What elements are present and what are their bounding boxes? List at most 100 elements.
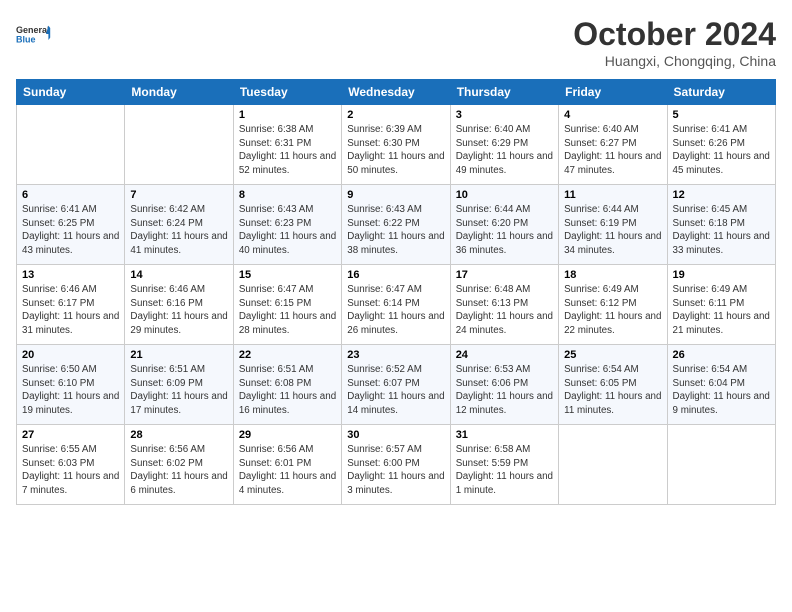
day-number: 24 — [456, 349, 553, 361]
calendar-cell — [667, 425, 775, 505]
day-number: 3 — [456, 109, 553, 121]
calendar-cell: 25Sunrise: 6:54 AMSunset: 6:05 PMDayligh… — [559, 345, 667, 425]
calendar-cell: 16Sunrise: 6:47 AMSunset: 6:14 PMDayligh… — [342, 265, 450, 345]
title-block: October 2024 Huangxi, Chongqing, China — [573, 16, 776, 69]
day-details: Sunrise: 6:43 AMSunset: 6:23 PMDaylight:… — [239, 203, 336, 258]
calendar-cell: 20 Sunrise: 6:50 AMSunset: 6:10 PMDayligh… — [17, 345, 125, 425]
calendar-cell: 3 Sunrise: 6:40 AMSunset: 6:29 PMDaylight… — [450, 105, 558, 185]
day-number: 4 — [564, 109, 661, 121]
day-details: Sunrise: 6:53 AMSunset: 6:06 PMDaylight:… — [456, 363, 553, 418]
calendar-cell: 5 Sunrise: 6:41 AMSunset: 6:26 PMDaylight… — [667, 105, 775, 185]
day-number: 7 — [130, 189, 227, 201]
svg-text:General: General — [16, 25, 50, 35]
calendar-cell: 7 Sunrise: 6:42 AMSunset: 6:24 PMDaylight… — [125, 185, 233, 265]
day-number: 18 — [564, 269, 661, 281]
day-details: Sunrise: 6:41 AMSunset: 6:25 PMDaylight:… — [22, 203, 119, 258]
calendar-cell: 4 Sunrise: 6:40 AMSunset: 6:27 PMDaylight… — [559, 105, 667, 185]
day-number: 8 — [239, 189, 336, 201]
day-details: Sunrise: 6:43 AMSunset: 6:22 PMDaylight:… — [347, 203, 444, 258]
day-details: Sunrise: 6:44 AMSunset: 6:20 PMDaylight:… — [456, 203, 553, 258]
day-details: Sunrise: 6:47 AMSunset: 6:14 PMDaylight:… — [347, 283, 444, 338]
calendar-cell: 28 Sunrise: 6:56 AMSunset: 6:02 PMDayligh… — [125, 425, 233, 505]
calendar-cell: 15 Sunrise: 6:47 AMSunset: 6:15 PMDayligh… — [233, 265, 341, 345]
calendar-cell — [125, 105, 233, 185]
day-details: Sunrise: 6:46 AMSunset: 6:17 PMDaylight:… — [22, 283, 119, 338]
day-details: Sunrise: 6:48 AMSunset: 6:13 PMDaylight:… — [456, 283, 553, 338]
calendar-cell: 22 Sunrise: 6:51 AMSunset: 6:08 PMDayligh… — [233, 345, 341, 425]
day-number: 22 — [239, 349, 336, 361]
day-details: Sunrise: 6:51 AMSunset: 6:08 PMDaylight:… — [239, 363, 336, 418]
location: Huangxi, Chongqing, China — [573, 53, 776, 69]
day-number: 5 — [673, 109, 770, 121]
day-details: Sunrise: 6:40 AMSunset: 6:27 PMDaylight:… — [564, 123, 661, 178]
calendar-cell: 1 Sunrise: 6:38 AMSunset: 6:31 PMDaylight… — [233, 105, 341, 185]
month-title: October 2024 — [573, 16, 776, 53]
calendar-cell: 24 Sunrise: 6:53 AMSunset: 6:06 PMDayligh… — [450, 345, 558, 425]
calendar-cell: 31Sunrise: 6:58 AMSunset: 5:59 PMDayligh… — [450, 425, 558, 505]
day-details: Sunrise: 6:54 AMSunset: 6:04 PMDaylight:… — [673, 363, 770, 418]
day-number: 14 — [130, 269, 227, 281]
day-details: Sunrise: 6:56 AMSunset: 6:01 PMDaylight:… — [239, 443, 336, 498]
day-details: Sunrise: 6:56 AMSunset: 6:02 PMDaylight:… — [130, 443, 227, 498]
calendar-table: SundayMondayTuesdayWednesdayThursdayFrid… — [16, 79, 776, 505]
day-number: 30 — [347, 429, 444, 441]
day-number: 11 — [564, 189, 661, 201]
week-row-3: 13 Sunrise: 6:46 AMSunset: 6:17 PMDayligh… — [17, 265, 776, 345]
weekday-header-monday: Monday — [125, 80, 233, 105]
day-number: 23 — [347, 349, 444, 361]
calendar-cell: 10 Sunrise: 6:44 AMSunset: 6:20 PMDayligh… — [450, 185, 558, 265]
calendar-cell: 30 Sunrise: 6:57 AMSunset: 6:00 PMDayligh… — [342, 425, 450, 505]
day-details: Sunrise: 6:45 AMSunset: 6:18 PMDaylight:… — [673, 203, 770, 258]
calendar-cell: 11Sunrise: 6:44 AMSunset: 6:19 PMDayligh… — [559, 185, 667, 265]
day-details: Sunrise: 6:40 AMSunset: 6:29 PMDaylight:… — [456, 123, 553, 178]
weekday-header-row: SundayMondayTuesdayWednesdayThursdayFrid… — [17, 80, 776, 105]
week-row-2: 6Sunrise: 6:41 AMSunset: 6:25 PMDaylight… — [17, 185, 776, 265]
day-number: 19 — [673, 269, 770, 281]
day-number: 28 — [130, 429, 227, 441]
calendar-cell: 21 Sunrise: 6:51 AMSunset: 6:09 PMDayligh… — [125, 345, 233, 425]
calendar-cell: 8 Sunrise: 6:43 AMSunset: 6:23 PMDaylight… — [233, 185, 341, 265]
day-details: Sunrise: 6:52 AMSunset: 6:07 PMDaylight:… — [347, 363, 444, 418]
calendar-cell: 23 Sunrise: 6:52 AMSunset: 6:07 PMDayligh… — [342, 345, 450, 425]
calendar-cell: 14 Sunrise: 6:46 AMSunset: 6:16 PMDayligh… — [125, 265, 233, 345]
calendar-cell: 13 Sunrise: 6:46 AMSunset: 6:17 PMDayligh… — [17, 265, 125, 345]
day-number: 20 — [22, 349, 119, 361]
day-number: 12 — [673, 189, 770, 201]
day-details: Sunrise: 6:38 AMSunset: 6:31 PMDaylight:… — [239, 123, 336, 178]
day-number: 15 — [239, 269, 336, 281]
calendar-cell: 27 Sunrise: 6:55 AMSunset: 6:03 PMDayligh… — [17, 425, 125, 505]
calendar-cell — [559, 425, 667, 505]
day-number: 10 — [456, 189, 553, 201]
day-number: 17 — [456, 269, 553, 281]
calendar-cell: 26 Sunrise: 6:54 AMSunset: 6:04 PMDayligh… — [667, 345, 775, 425]
day-number: 26 — [673, 349, 770, 361]
day-details: Sunrise: 6:46 AMSunset: 6:16 PMDaylight:… — [130, 283, 227, 338]
day-details: Sunrise: 6:58 AMSunset: 5:59 PMDaylight:… — [456, 443, 553, 498]
calendar-cell: 29Sunrise: 6:56 AMSunset: 6:01 PMDayligh… — [233, 425, 341, 505]
logo: General Blue — [16, 16, 52, 52]
calendar-cell: 2 Sunrise: 6:39 AMSunset: 6:30 PMDaylight… — [342, 105, 450, 185]
day-details: Sunrise: 6:50 AMSunset: 6:10 PMDaylight:… — [22, 363, 119, 418]
day-details: Sunrise: 6:49 AMSunset: 6:12 PMDaylight:… — [564, 283, 661, 338]
calendar-cell: 18 Sunrise: 6:49 AMSunset: 6:12 PMDayligh… — [559, 265, 667, 345]
day-details: Sunrise: 6:57 AMSunset: 6:00 PMDaylight:… — [347, 443, 444, 498]
day-details: Sunrise: 6:51 AMSunset: 6:09 PMDaylight:… — [130, 363, 227, 418]
day-details: Sunrise: 6:39 AMSunset: 6:30 PMDaylight:… — [347, 123, 444, 178]
week-row-4: 20 Sunrise: 6:50 AMSunset: 6:10 PMDayligh… — [17, 345, 776, 425]
day-details: Sunrise: 6:42 AMSunset: 6:24 PMDaylight:… — [130, 203, 227, 258]
calendar-cell: 17 Sunrise: 6:48 AMSunset: 6:13 PMDayligh… — [450, 265, 558, 345]
day-number: 21 — [130, 349, 227, 361]
day-details: Sunrise: 6:55 AMSunset: 6:03 PMDaylight:… — [22, 443, 119, 498]
calendar-cell — [17, 105, 125, 185]
weekday-header-thursday: Thursday — [450, 80, 558, 105]
day-number: 13 — [22, 269, 119, 281]
calendar-cell: 19Sunrise: 6:49 AMSunset: 6:11 PMDayligh… — [667, 265, 775, 345]
week-row-5: 27 Sunrise: 6:55 AMSunset: 6:03 PMDayligh… — [17, 425, 776, 505]
day-number: 27 — [22, 429, 119, 441]
day-number: 1 — [239, 109, 336, 121]
day-number: 2 — [347, 109, 444, 121]
day-details: Sunrise: 6:47 AMSunset: 6:15 PMDaylight:… — [239, 283, 336, 338]
weekday-header-saturday: Saturday — [667, 80, 775, 105]
day-details: Sunrise: 6:41 AMSunset: 6:26 PMDaylight:… — [673, 123, 770, 178]
day-details: Sunrise: 6:54 AMSunset: 6:05 PMDaylight:… — [564, 363, 661, 418]
